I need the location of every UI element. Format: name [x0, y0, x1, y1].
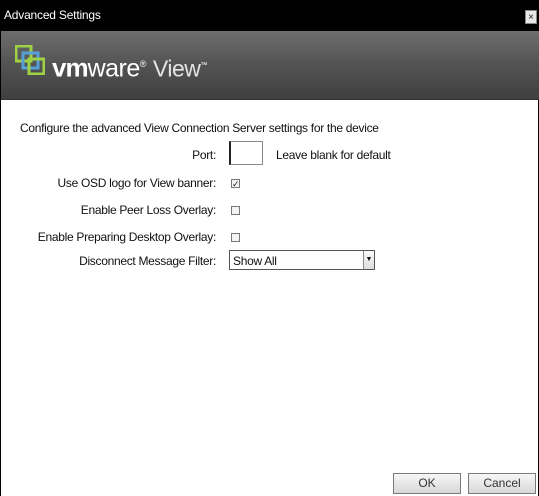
vmware-view-banner: vmware® View™ [1, 31, 539, 100]
window-border-left [0, 31, 1, 496]
osd-logo-label: Use OSD logo for View banner: [57, 176, 217, 190]
settings-description: Configure the advanced View Connection S… [20, 121, 379, 135]
trademark: ™ [200, 62, 207, 69]
product-name: View [152, 55, 201, 82]
osd-logo-checkbox[interactable]: ✓ [231, 179, 240, 189]
vmware-logo-icon [14, 44, 46, 78]
disconnect-filter-label: Disconnect Message Filter: [79, 254, 216, 268]
peer-loss-checkbox[interactable] [231, 206, 240, 215]
ok-button[interactable]: OK [393, 473, 461, 494]
preparing-desktop-checkbox[interactable] [231, 233, 240, 242]
chevron-down-icon[interactable]: ▼ [363, 251, 374, 269]
disconnect-filter-select[interactable]: Show All ▼ [229, 250, 375, 270]
preparing-desktop-label: Enable Preparing Desktop Overlay: [37, 230, 217, 244]
peer-loss-label: Enable Peer Loss Overlay: [80, 203, 217, 217]
window-title: Advanced Settings [4, 8, 101, 22]
brand-vm: vm [52, 52, 89, 83]
port-input[interactable] [229, 141, 263, 165]
registered-mark: ® [139, 59, 147, 69]
vmware-view-wordmark: vmware® View™ [52, 49, 207, 83]
port-hint: Leave blank for default [276, 148, 391, 162]
port-label: Port: [192, 148, 216, 162]
cancel-button[interactable]: Cancel [468, 473, 536, 494]
disconnect-filter-value: Show All [233, 254, 277, 268]
title-bar: Advanced Settings × [0, 0, 539, 31]
brand-ware: ware [87, 54, 141, 83]
close-icon[interactable]: × [525, 10, 537, 24]
